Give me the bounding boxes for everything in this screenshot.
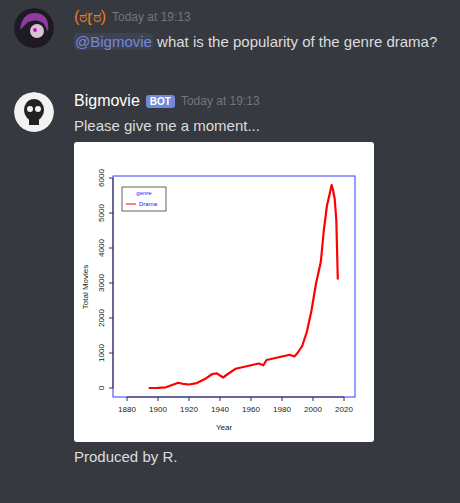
x-tick-label: 2000 [304, 405, 322, 414]
bot-badge: BOT [146, 95, 175, 108]
x-axis-title: Year [216, 423, 233, 432]
user-avatar-icon[interactable] [14, 8, 54, 48]
x-tick-label: 1920 [180, 405, 198, 414]
chat-screen: (ಠɽಠ) Today at 19:13 @Bigmovie what is the… [0, 0, 460, 503]
y-axis-title: Total Movies [81, 265, 90, 309]
author-name[interactable]: (ಠɽಠ) [74, 8, 106, 26]
y-tick-label: 1000 [97, 344, 106, 362]
x-tick-label: 1980 [273, 405, 291, 414]
x-tick-label: 1960 [242, 405, 260, 414]
message: (ಠɽಠ) Today at 19:13 @Bigmovie what is the… [14, 6, 450, 52]
x-tick-label: 1880 [118, 405, 136, 414]
x-axis [127, 397, 344, 398]
y-tick-label: 0 [97, 385, 106, 390]
chart-image[interactable]: 1880 1900 1920 1940 1960 1980 2000 2020 0 1000 200… [74, 142, 374, 442]
timestamp: Today at 19:13 [181, 94, 260, 108]
skull-avatar-icon[interactable] [14, 92, 54, 132]
line-chart: 1880 1900 1920 1940 1960 1980 2000 2020 0 1000 200… [74, 142, 374, 442]
mention[interactable]: @Bigmovie [74, 33, 153, 50]
y-tick-label: 5000 [97, 204, 106, 222]
y-tick-label: 6000 [97, 169, 106, 187]
author-name[interactable]: Bigmovie [74, 92, 140, 110]
x-tick-label: 2020 [335, 405, 353, 414]
message-text: Please give me a moment... [74, 115, 374, 136]
y-tick-label: 3000 [97, 274, 106, 292]
plot-frame [113, 176, 355, 397]
message: Bigmovie BOT Today at 19:13 Please give me … [14, 90, 450, 467]
legend-label: Drama [139, 201, 158, 207]
x-tick-label: 1940 [211, 405, 229, 414]
x-tick-label: 1900 [149, 405, 167, 414]
series-line [149, 185, 338, 388]
message-text: @Bigmovie what is the popularity of the … [74, 31, 437, 52]
legend-title: genre [136, 190, 152, 196]
timestamp: Today at 19:13 [112, 10, 191, 24]
y-tick-label: 4000 [97, 239, 106, 257]
footer-text: Produced by R. [74, 446, 374, 467]
y-tick-label: 2000 [97, 309, 106, 327]
legend: genre Drama [122, 187, 166, 211]
